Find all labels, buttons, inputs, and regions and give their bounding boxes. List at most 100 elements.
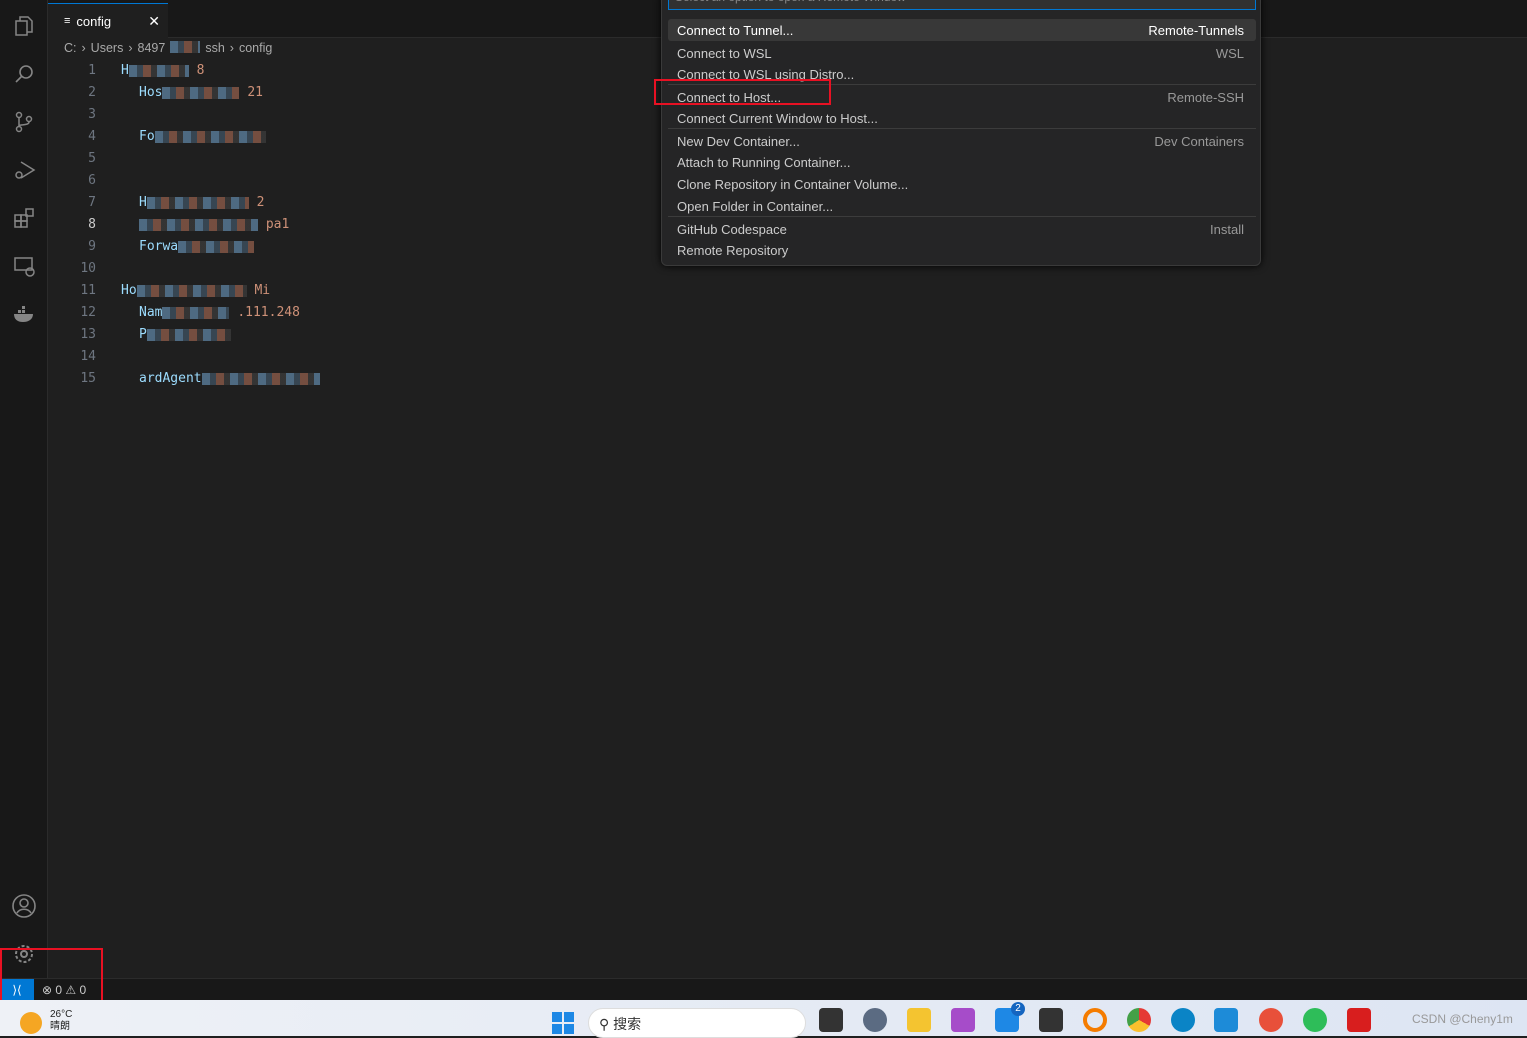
quick-pick-item[interactable]: Open Folder in Container... [668, 195, 1256, 217]
onenote-icon[interactable] [951, 1008, 975, 1032]
quick-pick-item[interactable]: Clone Repository in Container Volume... [668, 173, 1256, 195]
search-label: 搜索 [613, 1016, 642, 1032]
code-value: Mi [254, 283, 271, 298]
chrome-icon[interactable] [1127, 1008, 1151, 1032]
code-value: 21 [247, 85, 263, 100]
task-view-icon[interactable] [819, 1008, 843, 1032]
breadcrumb: C: › Users › 8497 ssh › config [64, 41, 273, 55]
code-value: pa1 [265, 217, 290, 232]
tab-config[interactable]: ≡ config ✕ [48, 3, 168, 38]
terminal-icon[interactable] [1039, 1008, 1063, 1032]
netease-music-icon[interactable] [1347, 1008, 1371, 1032]
mail-icon[interactable]: 2 [995, 1002, 1025, 1032]
code-value: 2 [256, 195, 265, 210]
taskbar: 26°C 晴朗 ⚲ 搜索 2 CSDN @Cheny1m [0, 1000, 1527, 1038]
run-debug-icon[interactable] [8, 154, 40, 186]
line-number: 8 [88, 217, 96, 232]
search-icon: ⚲ [599, 1016, 610, 1032]
quick-pick-item[interactable]: GitHub Codespace Install [668, 218, 1256, 240]
quick-pick-item[interactable]: Attach to Running Container... [668, 151, 1256, 173]
start-button[interactable] [552, 1012, 574, 1034]
taskbar-search[interactable]: ⚲ 搜索 [588, 1008, 806, 1038]
line-number: 7 [88, 195, 96, 210]
line-number: 9 [88, 239, 96, 254]
line-number: 10 [80, 261, 96, 276]
settings-app-icon[interactable] [863, 1008, 887, 1032]
breadcrumb-item[interactable]: config [239, 41, 272, 55]
quick-pick: Select an option to open a Remote Window… [661, 0, 1261, 266]
quick-pick-item[interactable]: Remote Repository [668, 239, 1256, 261]
weather-widget[interactable]: 26°C 晴朗 [50, 1009, 72, 1033]
mail-badge: 2 [1011, 1002, 1025, 1016]
file-explorer-icon[interactable] [907, 1008, 931, 1032]
code-key: Ho [121, 283, 137, 298]
explorer-icon[interactable] [8, 10, 40, 42]
edge-icon[interactable] [1171, 1008, 1195, 1032]
line-number: 15 [80, 371, 96, 386]
status-bar: ⟩⟨ ⊗ 0 ⚠ 0 [0, 978, 1527, 1001]
source-control-icon[interactable] [8, 106, 40, 138]
item-label: Clone Repository in Container Volume... [677, 176, 909, 192]
item-label: Connect to WSL [677, 45, 772, 61]
quick-pick-item[interactable]: New Dev Container... Dev Containers [668, 130, 1256, 152]
line-number: 11 [80, 283, 96, 298]
quick-pick-item[interactable]: Connect to WSL WSL [668, 42, 1256, 64]
line-number: 5 [88, 151, 96, 166]
item-label: New Dev Container... [677, 133, 800, 149]
activity-bar [0, 0, 48, 978]
wechat-icon[interactable] [1303, 1008, 1327, 1032]
item-label: Remote Repository [677, 242, 789, 258]
item-detail: WSL [1215, 45, 1244, 61]
quick-pick-input[interactable]: Select an option to open a Remote Window [668, 0, 1256, 10]
breadcrumb-item[interactable]: 8497 [138, 41, 166, 55]
item-label: GitHub Codespace [677, 221, 787, 237]
item-label: Open Folder in Container... [677, 198, 834, 214]
remote-explorer-icon[interactable] [8, 250, 40, 282]
close-tab-icon[interactable]: ✕ [148, 13, 160, 30]
item-detail: Install [1210, 221, 1244, 237]
line-number: 13 [80, 327, 96, 342]
vscode-icon[interactable] [1214, 1008, 1238, 1032]
code-key: ardAgent [139, 371, 202, 386]
separator [668, 216, 1256, 217]
code-key: H [139, 195, 147, 210]
item-label: Connect Current Window to Host... [677, 110, 878, 126]
code-key: Nam [139, 305, 163, 320]
line-number: 2 [88, 85, 96, 100]
extensions-icon[interactable] [8, 202, 40, 234]
breadcrumb-item[interactable]: ssh [205, 41, 224, 55]
file-icon: ≡ [64, 15, 71, 27]
docker-icon[interactable] [8, 298, 40, 330]
line-number: 12 [80, 305, 96, 320]
code-key: Fo [139, 129, 155, 144]
line-number: 1 [88, 63, 96, 78]
item-label: Connect to Tunnel... [677, 22, 794, 38]
app-icon[interactable] [1259, 1008, 1283, 1032]
line-number: 3 [88, 107, 96, 122]
code-key: P [139, 327, 147, 342]
watermark: CSDN @Cheny1m [1412, 1012, 1513, 1026]
code-value: .111.248 [237, 305, 300, 320]
quick-pick-item[interactable]: Connect to Tunnel... Remote-Tunnels [668, 19, 1256, 41]
quick-pick-item[interactable]: Connect Current Window to Host... [668, 107, 1256, 129]
accounts-icon[interactable] [8, 890, 40, 922]
code-key: Hos [139, 85, 163, 100]
qq-icon[interactable] [1083, 1008, 1107, 1032]
weather-moon-icon [20, 1012, 42, 1034]
line-number: 14 [80, 349, 96, 364]
code-key: Forwa [139, 239, 179, 254]
item-detail: Remote-Tunnels [1148, 22, 1244, 38]
separator [668, 128, 1256, 129]
line-number: 6 [88, 173, 96, 188]
search-icon[interactable] [8, 58, 40, 90]
tab-label: config [76, 13, 112, 29]
item-detail: Remote-SSH [1167, 89, 1244, 105]
line-number: 4 [88, 129, 96, 144]
breadcrumb-item[interactable]: Users [91, 41, 124, 55]
item-label: Attach to Running Container... [677, 154, 851, 170]
code-value: 8 [196, 63, 205, 78]
breadcrumb-item[interactable]: C: [64, 41, 77, 55]
code-key: H [121, 63, 129, 78]
item-detail: Dev Containers [1154, 133, 1244, 149]
highlight-box [654, 79, 831, 105]
